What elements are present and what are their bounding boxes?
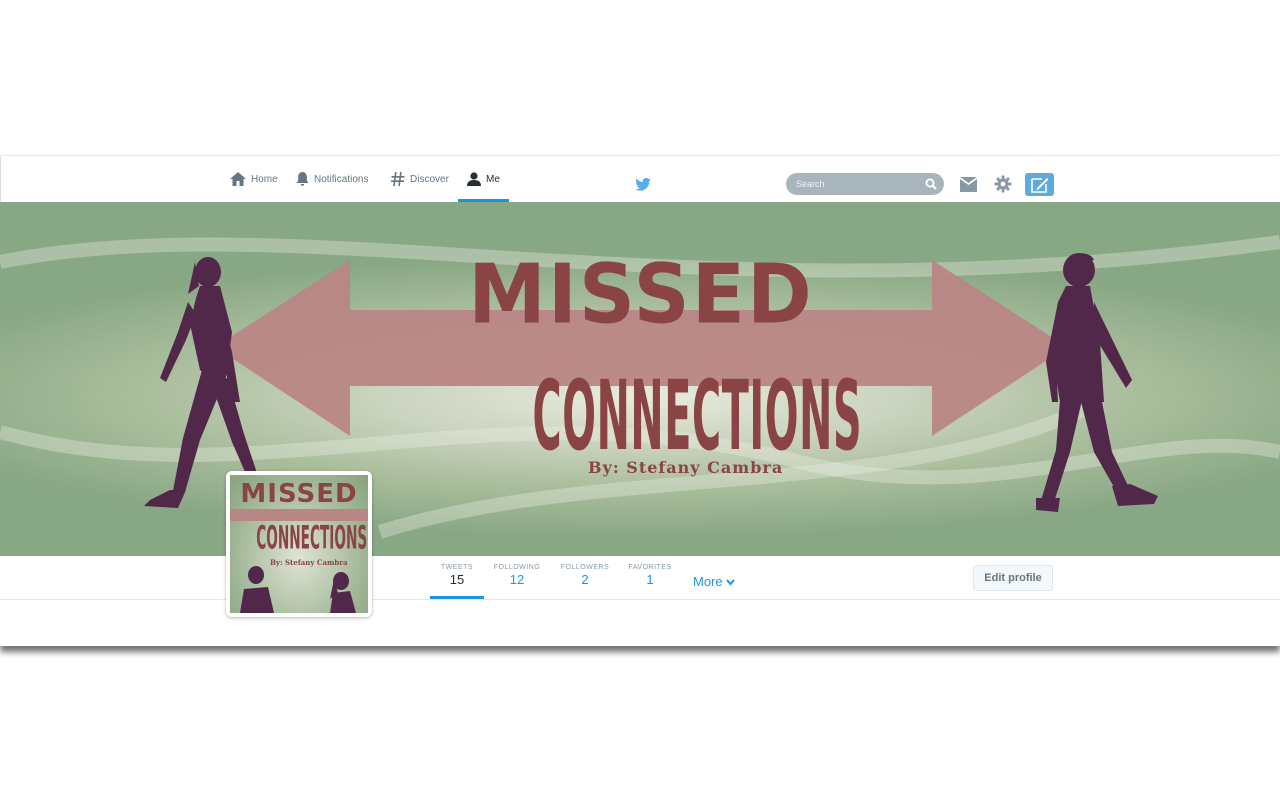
bell-icon [296,172,309,186]
stat-following[interactable]: FOLLOWING 12 [490,564,544,587]
gear-icon[interactable] [994,175,1012,193]
chevron-down-icon [726,579,736,586]
avatar-image: MISSED CONNECTIONS By: Stefany Cambra [230,475,368,613]
nav-notifications-label: Notifications [314,173,369,185]
person-icon [467,172,481,186]
stat-favorites-value: 1 [646,572,654,587]
home-icon [230,172,246,186]
stat-tweets[interactable]: TWEETS 15 [434,564,480,587]
stat-following-value: 12 [509,572,525,587]
nav-notifications[interactable]: Notifications [296,156,368,202]
screenshot-frame: Home Notifications Discover Me Search MI… [0,155,1280,646]
stat-tweets-value: 15 [449,572,465,587]
stat-following-label: FOLLOWING [493,564,541,571]
nav-home[interactable]: Home [230,156,278,202]
search-icon[interactable] [925,178,937,190]
stat-followers-value: 2 [581,572,589,587]
compose-icon [1030,177,1048,193]
nav-discover[interactable]: Discover [391,156,449,202]
search-box[interactable] [786,173,944,195]
stat-favorites-label: FAVORITES [628,564,672,571]
active-tab-indicator [430,596,484,599]
envelope-icon[interactable] [960,177,977,192]
nav-discover-label: Discover [410,173,449,185]
hashtag-icon [391,172,405,186]
banner-title-missed: MISSED [468,247,814,343]
banner-title-connections: CONNECTIONS [532,362,863,473]
stat-followers[interactable]: FOLLOWERS 2 [558,564,612,587]
profile-avatar[interactable]: MISSED CONNECTIONS By: Stefany Cambra [226,471,372,617]
stat-followers-label: FOLLOWERS [560,564,610,571]
compose-tweet-button[interactable] [1025,173,1054,196]
stat-tweets-label: TWEETS [440,564,474,571]
more-label: More [693,574,723,589]
search-input[interactable] [794,178,918,190]
twitter-bird-icon[interactable] [635,178,651,191]
nav-home-label: Home [251,173,278,185]
man-silhouette [1036,253,1158,512]
more-dropdown[interactable]: More [693,574,736,589]
profile-nav-bar: TWEETS 15 FOLLOWING 12 FOLLOWERS 2 FAVOR… [0,556,1280,600]
nav-me-label: Me [486,173,500,185]
profile-banner: MISSED CONNECTIONS By: Stefany Cambra [0,202,1280,556]
stat-favorites[interactable]: FAVORITES 1 [624,564,676,587]
nav-me[interactable]: Me [458,156,509,202]
top-navigation: Home Notifications Discover Me [0,156,1280,202]
avatar-silhouettes [240,566,356,613]
edit-profile-button[interactable]: Edit profile [973,565,1053,591]
banner-byline: By: Stefany Cambra [588,458,784,477]
